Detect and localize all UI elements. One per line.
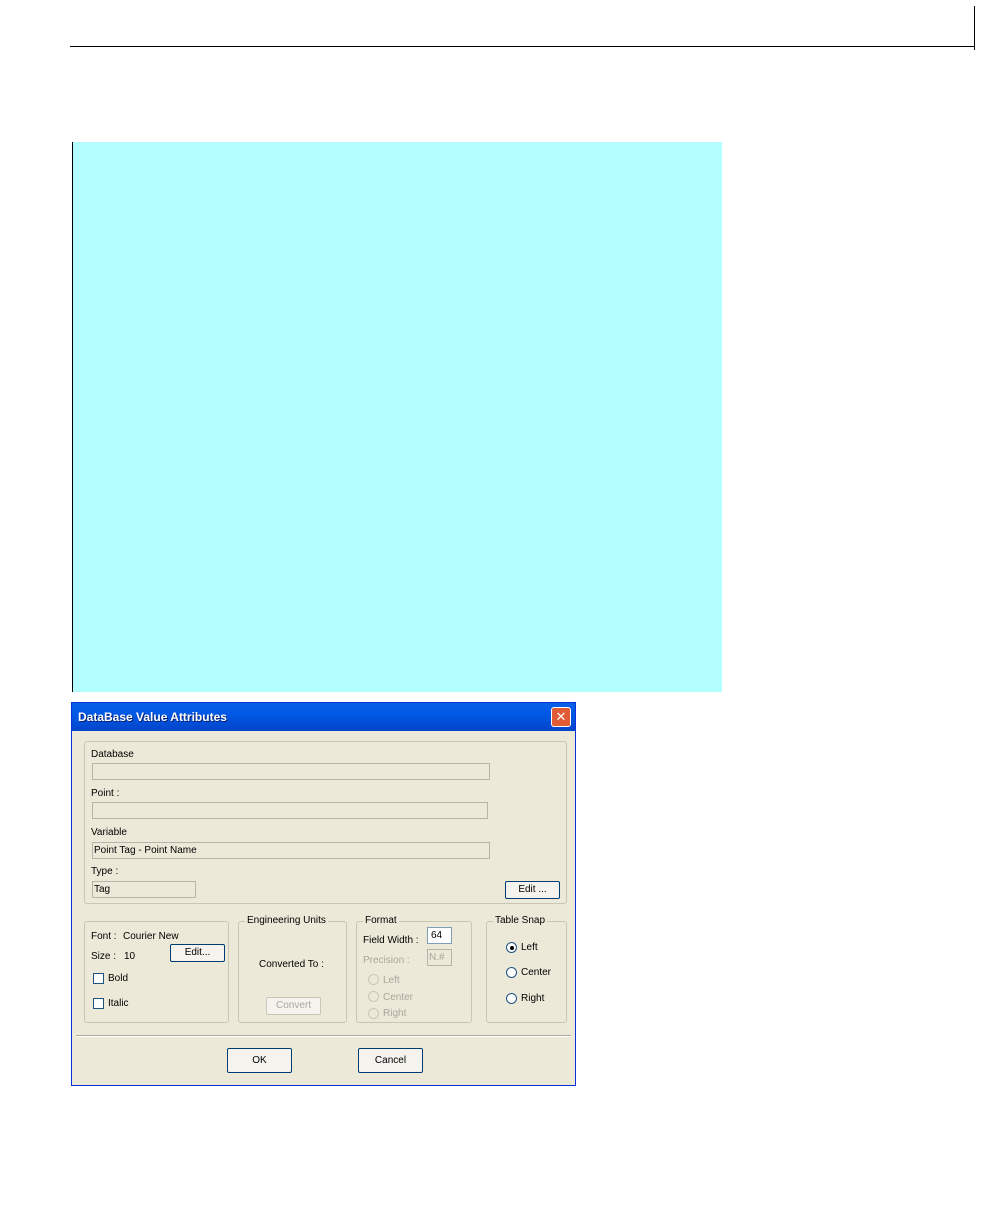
format-right-label: Right (383, 1008, 407, 1019)
size-label: Size : (91, 951, 117, 962)
engineering-units-legend: Engineering Units (245, 915, 328, 926)
cancel-button[interactable]: Cancel (358, 1048, 423, 1073)
format-center-label: Center (383, 992, 414, 1003)
format-group: Format Field Width : 64 Precision : N.# … (356, 915, 472, 1023)
table-snap-group: Table Snap Left Center Right (486, 915, 567, 1023)
table-snap-legend: Table Snap (493, 915, 548, 926)
format-right-radio[interactable] (368, 1008, 379, 1019)
preview-panel (72, 142, 722, 692)
snap-center-radio[interactable] (506, 967, 517, 978)
variable-label: Variable (91, 827, 127, 838)
point-selection-group: Database Point : Variable Point Tag - Po… (84, 741, 567, 904)
italic-checkbox[interactable] (93, 998, 104, 1009)
format-center-radio[interactable] (368, 991, 379, 1002)
type-label: Type : (91, 866, 119, 877)
convert-button[interactable]: Convert (266, 997, 321, 1015)
variable-field[interactable]: Point Tag - Point Name (92, 842, 490, 859)
bold-label: Bold (108, 973, 129, 984)
format-left-label: Left (383, 975, 400, 986)
database-label: Database (91, 749, 134, 760)
snap-right-radio[interactable] (506, 993, 517, 1004)
page-edge-rule (974, 6, 975, 50)
snap-left-radio[interactable] (506, 942, 517, 953)
precision-input[interactable]: N.# (427, 949, 452, 966)
ok-button[interactable]: OK (227, 1048, 292, 1073)
field-width-label: Field Width : (363, 935, 419, 946)
point-label: Point : (91, 788, 120, 799)
button-separator (76, 1035, 571, 1037)
edit-font-button[interactable]: Edit... (170, 944, 225, 962)
page-header-rule (70, 46, 974, 47)
close-icon[interactable]: ✕ (551, 707, 571, 727)
database-value-attributes-dialog: DataBase Value Attributes ✕ Database Poi… (71, 702, 576, 1086)
edit-point-button[interactable]: Edit ... (505, 881, 560, 899)
snap-left-label: Left (521, 942, 538, 953)
converted-to-label: Converted To : (259, 959, 324, 970)
snap-right-label: Right (521, 993, 545, 1004)
precision-label: Precision : (363, 955, 410, 966)
point-field[interactable] (92, 802, 488, 819)
engineering-units-group: Engineering Units Converted To : Convert (238, 915, 347, 1023)
italic-label: Italic (108, 998, 129, 1009)
dialog-titlebar[interactable]: DataBase Value Attributes ✕ (72, 703, 575, 731)
font-group: Font : Courier New Size : 10 Edit... Bol… (84, 921, 229, 1023)
field-width-input[interactable]: 64 (427, 927, 452, 944)
database-field[interactable] (92, 763, 490, 780)
font-label: Font : (91, 931, 117, 942)
format-left-radio[interactable] (368, 974, 379, 985)
type-field[interactable]: Tag (92, 881, 196, 898)
bold-checkbox[interactable] (93, 973, 104, 984)
dialog-title: DataBase Value Attributes (78, 710, 227, 724)
size-value: 10 (124, 951, 136, 962)
font-value: Courier New (123, 931, 179, 942)
format-legend: Format (363, 915, 399, 926)
snap-center-label: Center (521, 967, 552, 978)
